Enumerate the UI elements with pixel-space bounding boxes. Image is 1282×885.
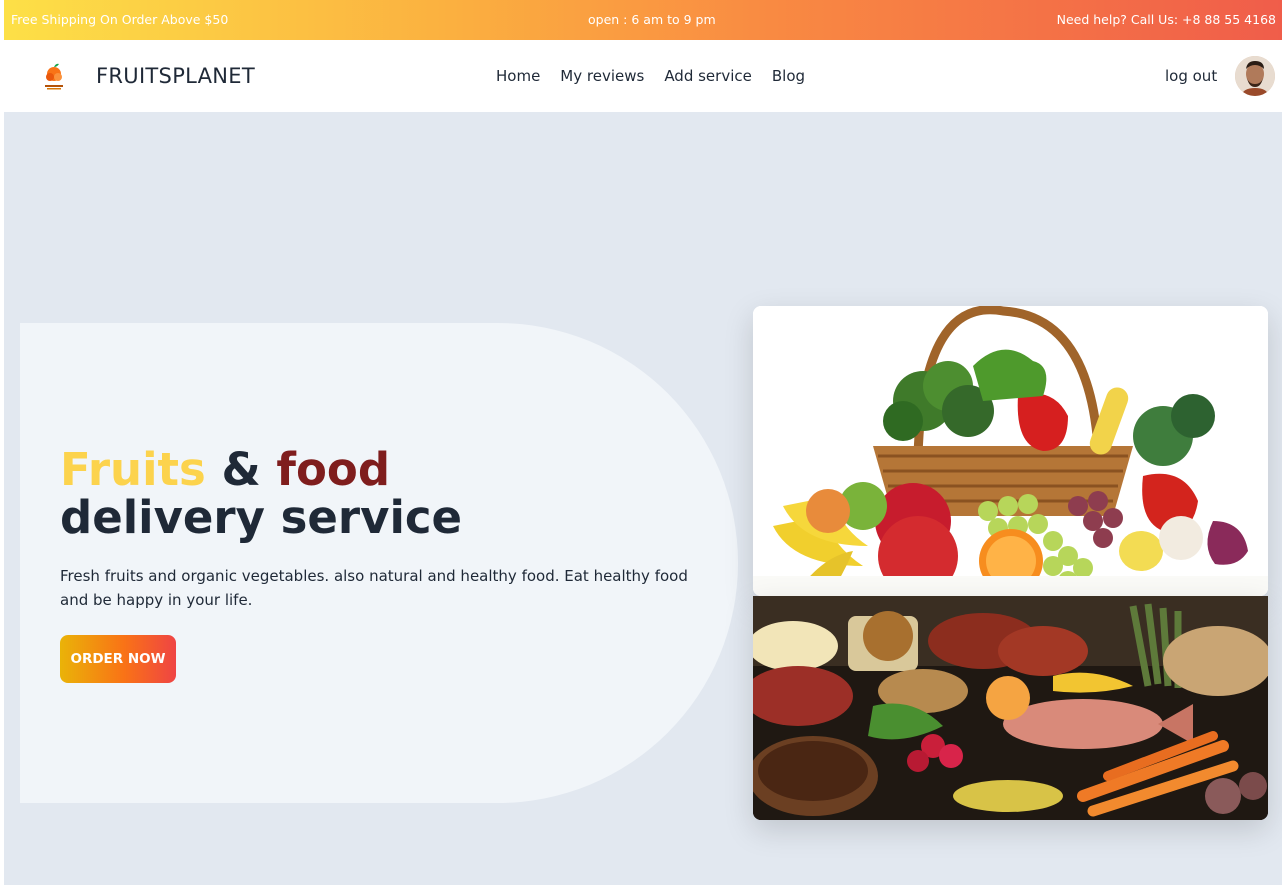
shipping-notice: Free Shipping On Order Above $50 — [11, 12, 229, 27]
nav-link-blog[interactable]: Blog — [772, 67, 805, 85]
hero-panel — [20, 323, 738, 803]
hero-title-food: food — [276, 443, 391, 496]
hero-title-fruits: Fruits — [60, 443, 206, 496]
top-info-bar: Free Shipping On Order Above $50 open : … — [4, 0, 1282, 40]
nav-link-add-service[interactable]: Add service — [664, 67, 752, 85]
nav-links: Home My reviews Add service Blog — [496, 67, 805, 85]
brand-logo-icon[interactable] — [40, 60, 68, 92]
navbar: FRUITSPLANET Home My reviews Add service… — [4, 40, 1282, 112]
nav-link-home[interactable]: Home — [496, 67, 540, 85]
nav-link-my-reviews[interactable]: My reviews — [560, 67, 644, 85]
opening-hours: open : 6 am to 9 pm — [588, 12, 716, 27]
hero-description: Fresh fruits and organic vegetables. als… — [60, 567, 688, 609]
food-assortment-image — [753, 596, 1268, 820]
help-contact: Need help? Call Us: +8 88 55 4168 — [1056, 12, 1276, 27]
user-avatar[interactable] — [1235, 56, 1275, 96]
fruit-basket-image — [753, 306, 1268, 596]
order-now-button[interactable]: ORDER NOW — [60, 635, 176, 683]
logout-link[interactable]: log out — [1165, 67, 1217, 85]
page: Free Shipping On Order Above $50 open : … — [4, 0, 1282, 885]
hero-title-line2: delivery service — [60, 491, 463, 544]
hero-title: Fruits & food delivery service — [60, 446, 462, 542]
hero-title-ampersand: & — [221, 443, 261, 496]
brand-name[interactable]: FRUITSPLANET — [96, 64, 255, 88]
